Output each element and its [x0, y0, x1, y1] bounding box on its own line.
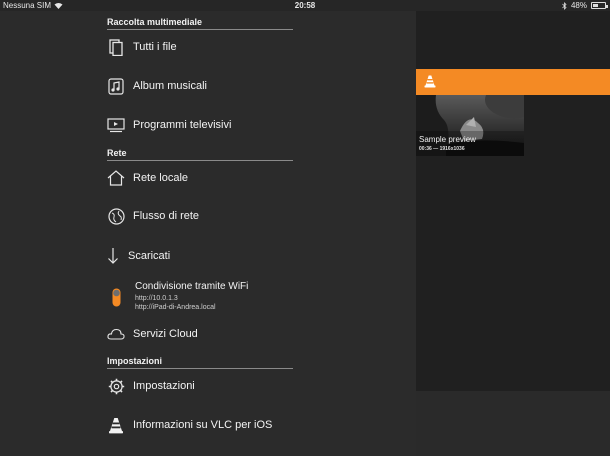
section-settings: Impostazioni	[107, 356, 293, 369]
wifi-sharing-text: Condivisione tramite WiFi http://10.0.1.…	[135, 281, 248, 312]
download-arrow-icon	[107, 247, 119, 265]
menu-item-settings[interactable]: Impostazioni	[107, 374, 293, 398]
menu-label-settings: Impostazioni	[133, 380, 195, 392]
section-network: Rete	[107, 148, 293, 161]
tv-icon	[107, 116, 125, 134]
menu-label-local-network: Rete locale	[133, 172, 189, 184]
vlc-logo-icon[interactable]	[424, 75, 436, 93]
menu-item-all-files[interactable]: Tutti i file	[107, 35, 293, 59]
menu-item-tv-shows[interactable]: Programmi televisivi	[107, 113, 293, 137]
vlc-cone-icon	[107, 416, 125, 434]
menu-item-about-vlc[interactable]: Informazioni su VLC per iOS	[107, 413, 293, 437]
library-view: Sample preview 00:36 — 1916x1036	[416, 11, 610, 456]
home-icon	[107, 169, 125, 187]
music-note-icon	[107, 77, 125, 95]
video-title: Sample preview	[419, 135, 476, 144]
sidebar-menu: Raccolta multimediale Tutti i file Album…	[0, 11, 416, 456]
document-icon	[107, 38, 125, 56]
library-lower-area	[416, 391, 610, 456]
menu-item-local-network[interactable]: Rete locale	[107, 166, 293, 190]
cloud-icon	[107, 325, 125, 343]
wifi-url-hostname: http://iPad-di-Andrea.local	[135, 304, 216, 311]
menu-item-network-stream[interactable]: Flusso di rete	[107, 204, 293, 228]
menu-label-wifi-sharing: Condivisione tramite WiFi	[135, 281, 249, 292]
menu-label-all-files: Tutti i file	[133, 41, 177, 53]
status-right: 48%	[562, 1, 608, 10]
menu-item-music-albums[interactable]: Album musicali	[107, 74, 293, 98]
video-meta: 00:36 — 1916x1036	[419, 146, 465, 152]
video-thumbnail[interactable]: Sample preview 00:36 — 1916x1036	[416, 95, 524, 156]
menu-label-tv-shows: Programmi televisivi	[133, 119, 232, 131]
battery-percent: 48%	[570, 1, 587, 10]
clock: 20:58	[294, 1, 316, 10]
toggle-icon[interactable]	[107, 285, 125, 309]
menu-label-about-vlc: Informazioni su VLC per iOS	[133, 419, 273, 431]
menu-label-network-stream: Flusso di rete	[133, 210, 200, 222]
menu-label-music-albums: Album musicali	[133, 80, 207, 92]
menu-item-downloads[interactable]: Scaricati	[107, 244, 293, 268]
globe-icon	[107, 207, 125, 225]
navigation-bar	[416, 69, 610, 95]
menu-item-wifi-sharing[interactable]: Condivisione tramite WiFi http://10.0.1.…	[107, 281, 293, 313]
menu-item-cloud-services[interactable]: Servizi Cloud	[107, 322, 293, 346]
wifi-url-ip: http://10.0.1.3	[135, 295, 178, 302]
menu-label-cloud-services: Servizi Cloud	[133, 328, 198, 340]
bluetooth-icon	[562, 1, 567, 10]
status-bar: Nessuna SIM 20:58 48%	[0, 0, 610, 11]
section-media: Raccolta multimediale	[107, 17, 293, 30]
battery-fill	[593, 4, 599, 7]
menu-label-downloads: Scaricati	[128, 250, 171, 262]
gear-icon	[107, 377, 125, 395]
battery-icon	[591, 2, 608, 9]
